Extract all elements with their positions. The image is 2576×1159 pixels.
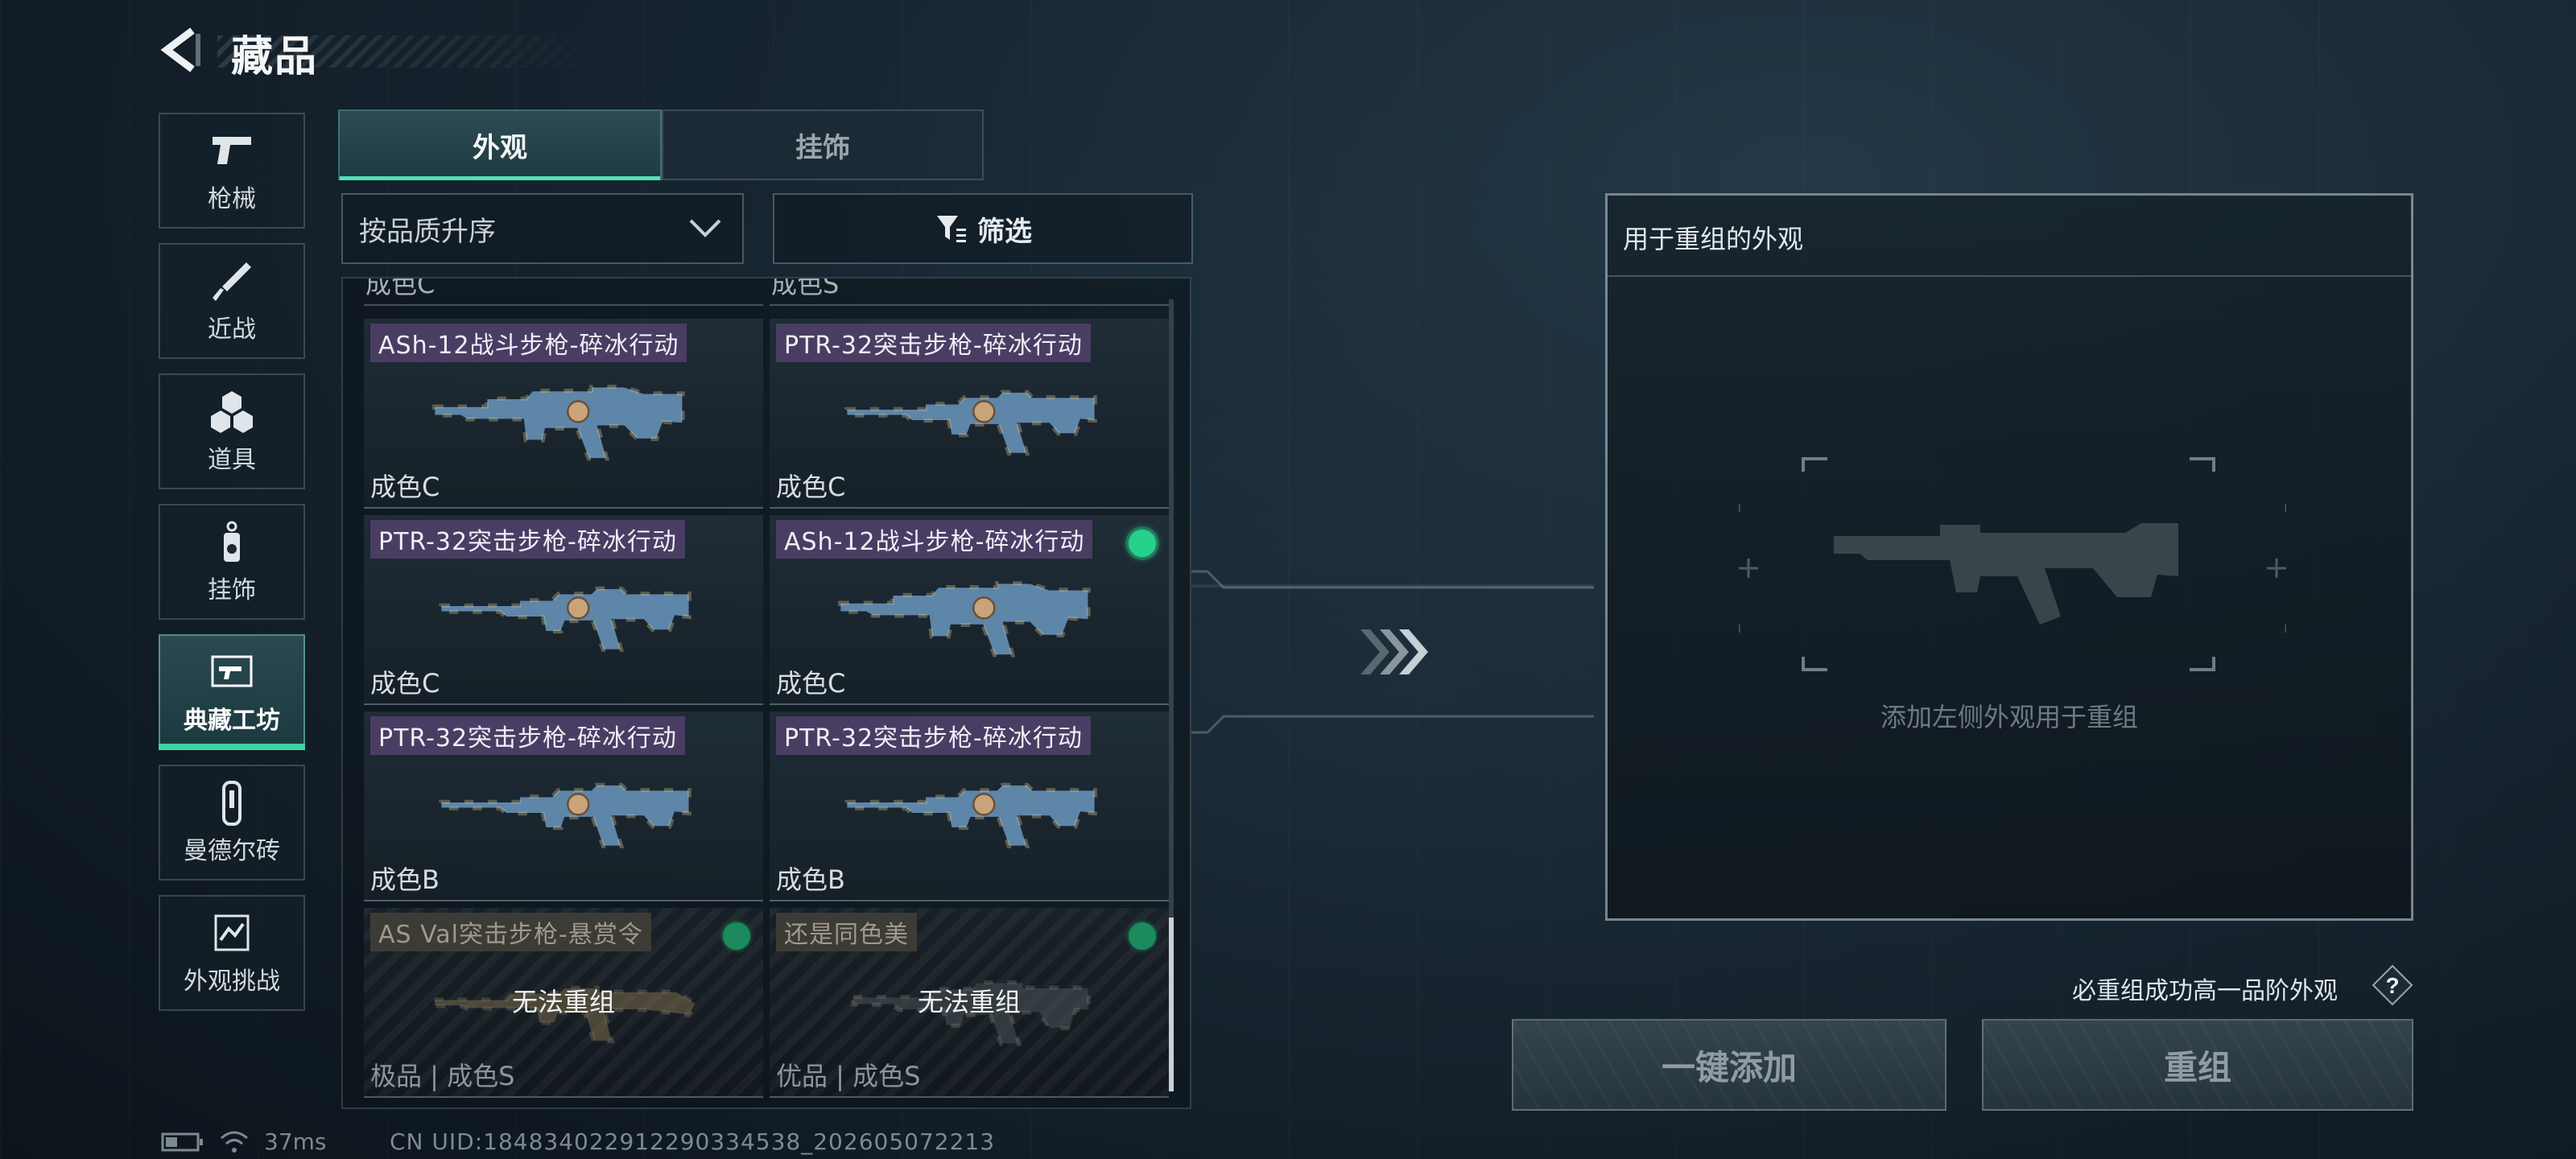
skin-quality: 成色B [776, 864, 845, 895]
sidebar-item-guns[interactable]: 枪械 [159, 113, 305, 229]
rifle-icon [432, 385, 685, 461]
skin-quality: 成色C [776, 668, 846, 699]
skin-card[interactable]: PTR-32突击步枪-碎冰行动成色B [364, 711, 763, 901]
sidebar-item-charms[interactable]: 挂饰 [159, 504, 305, 620]
add-all-button[interactable]: 一键添加 [1512, 1019, 1946, 1111]
skin-name-tag: PTR-32突击步枪-碎冰行动 [370, 716, 685, 755]
skin-name-tag: ASh-12战斗步枪-碎冰行动 [776, 520, 1093, 559]
back-arrow-icon[interactable] [157, 26, 205, 74]
svg-text:?: ? [2385, 973, 2399, 998]
sidebar-item-label: 曼德尔砖 [184, 837, 280, 865]
cubes-icon [211, 391, 253, 433]
guarantee-note: 必重组成功高一品阶外观 [2072, 977, 2338, 1005]
equipped-indicator [723, 922, 750, 950]
skin-name-tag: ASh-12战斗步枪-碎冰行动 [370, 324, 687, 362]
sort-dropdown[interactable]: 按品质升序 [341, 193, 744, 264]
challenge-icon [214, 914, 250, 951]
sidebar-item-workshop[interactable]: 典藏工坊 [159, 634, 305, 750]
sidebar-item-melee[interactable]: 近战 [159, 243, 305, 359]
ping-text: 37ms [264, 1128, 327, 1155]
sidebar-item-label: 枪械 [208, 185, 256, 213]
tab-skins[interactable]: 外观 [338, 109, 662, 180]
skin-card[interactable]: PTR-32突击步枪-碎冰行动成色B [770, 711, 1169, 901]
charm-icon [224, 521, 240, 562]
skin-name-tag: PTR-32突击步枪-碎冰行动 [776, 716, 1091, 755]
skin-quality: 成色C [776, 472, 846, 502]
sidebar-item-label: 挂饰 [208, 576, 256, 604]
battery-icon [161, 1132, 203, 1151]
workshop-icon [211, 655, 253, 687]
pistol-icon [213, 137, 251, 164]
sort-value: 按品质升序 [359, 215, 496, 248]
skin-card[interactable]: ASh-12战斗步枪-碎冰行动成色C [770, 515, 1169, 705]
wifi-icon [221, 1131, 248, 1153]
chevrons-right-icon [1360, 629, 1428, 674]
cannot-recombine-label: 无法重组 [511, 987, 615, 1017]
cannot-recombine-label: 无法重组 [917, 987, 1021, 1017]
skin-name-tag: PTR-32突击步枪-碎冰行动 [370, 520, 685, 559]
equipped-indicator [1129, 922, 1156, 950]
grid-scrollbar-thumb[interactable] [1169, 918, 1174, 1091]
knife-icon [213, 262, 251, 301]
skin-card[interactable]: PTR-32突击步枪-碎冰行动成色C [364, 515, 763, 705]
brick-icon [222, 781, 242, 826]
uid-text: CN UID:18483402291229033453​8_2026050722… [390, 1128, 996, 1155]
skin-card[interactable]: AS Val突击步枪-悬赏令无法重组极品 | 成色S [364, 908, 763, 1098]
panel-title: 用于重组的外观 [1623, 224, 1804, 254]
skin-card[interactable]: PTR-32突击步枪-碎冰行动成色C [770, 319, 1169, 509]
skin-quality: 优品 | 成色S [776, 1061, 921, 1091]
recombine-button[interactable]: 重组 [1982, 1019, 2413, 1111]
rifle-icon [844, 390, 1097, 456]
sidebar-item-items[interactable]: 道具 [159, 373, 305, 489]
add-hint-text: 添加左侧外观用于重组 [1880, 702, 2138, 732]
sidebar-item-mandel-brick[interactable]: 曼德尔砖 [159, 765, 305, 881]
rifle-icon [844, 782, 1097, 848]
skin-name-tag: 还是同色美 [776, 913, 917, 951]
equipped-indicator [1129, 530, 1156, 557]
skin-name-tag: PTR-32突击步枪-碎冰行动 [776, 324, 1091, 362]
sidebar-item-label: 外观挑战 [184, 967, 280, 996]
tab-charms[interactable]: 挂饰 [662, 109, 984, 180]
grid-peek-row: 成色C 成色S [343, 278, 1190, 307]
skin-quality: 极品 | 成色S [370, 1061, 515, 1091]
filter-label: 筛选 [977, 215, 1032, 248]
rifle-icon [439, 782, 691, 848]
peek-quality-right: 成色S [771, 278, 840, 299]
skin-name-tag: AS Val突击步枪-悬赏令 [370, 913, 651, 951]
skin-quality: 成色C [370, 668, 440, 699]
peek-quality-left: 成色C [365, 278, 436, 299]
empty-slot-rifle-icon[interactable] [1739, 456, 2286, 681]
skin-quality: 成色B [370, 864, 440, 895]
skin-quality: 成色C [370, 472, 440, 502]
chevron-down-icon [689, 219, 721, 237]
page-title: 藏品 [231, 33, 319, 81]
filter-button[interactable]: 筛选 [773, 193, 1193, 264]
rifle-icon [838, 581, 1091, 658]
sidebar-item-skin-challenge[interactable]: 外观挑战 [159, 895, 305, 1011]
skin-card[interactable]: 还是同色美无法重组优品 | 成色S [770, 908, 1169, 1098]
sidebar-item-label: 近战 [208, 316, 256, 344]
status-bar: 37ms [161, 1128, 327, 1155]
sidebar-item-label: 典藏工坊 [184, 707, 280, 735]
filter-icon [937, 216, 966, 242]
help-icon[interactable]: ? [2372, 964, 2413, 1006]
rifle-icon [439, 586, 691, 652]
transfer-arrows [1191, 570, 1594, 734]
skin-card[interactable]: ASh-12战斗步枪-碎冰行动成色C [364, 319, 763, 509]
sidebar-item-label: 道具 [208, 446, 256, 474]
